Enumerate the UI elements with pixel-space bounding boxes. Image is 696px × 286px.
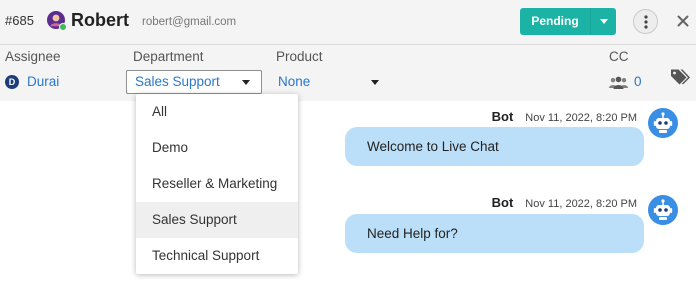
status-button-group: Pending xyxy=(520,8,616,35)
customer-name: Robert xyxy=(71,10,129,30)
tag-icon xyxy=(671,69,690,85)
cc-label: CC xyxy=(609,49,629,64)
more-options-button[interactable] xyxy=(633,9,658,34)
vertical-ellipsis-icon xyxy=(643,14,648,29)
status-dropdown-toggle[interactable] xyxy=(590,8,616,35)
ticket-fields-bar: Assignee Department Product CC D Durai S… xyxy=(0,45,696,101)
caret-down-icon xyxy=(242,80,250,85)
status-pending-button[interactable]: Pending xyxy=(520,8,590,35)
online-status-dot xyxy=(59,23,67,31)
message-bubble: Need Help for? xyxy=(345,214,644,253)
message-sender: Bot xyxy=(491,109,514,124)
robot-avatar-icon xyxy=(648,195,678,225)
message-sender: Bot xyxy=(491,195,514,210)
department-select[interactable]: Sales Support xyxy=(126,70,262,94)
close-icon xyxy=(677,15,689,27)
department-option-technical-support[interactable]: Technical Support xyxy=(136,238,298,274)
assignee-name: Durai xyxy=(27,74,60,89)
product-label: Product xyxy=(276,49,323,64)
department-dropdown-menu: All Demo Reseller & Marketing Sales Supp… xyxy=(136,94,298,274)
department-value: Sales Support xyxy=(135,74,220,89)
message-meta: Bot Nov 11, 2022, 8:20 PM xyxy=(492,109,637,126)
cc-button[interactable]: 0 xyxy=(609,74,642,90)
cc-count: 0 xyxy=(634,74,642,89)
message-bubble: Welcome to Live Chat xyxy=(345,127,644,166)
chat-transcript: Bot Nov 11, 2022, 8:20 PM Welcome to Liv… xyxy=(0,101,696,286)
assignee-avatar: D xyxy=(5,75,19,89)
product-select[interactable]: None xyxy=(276,70,386,94)
message-timestamp: Nov 11, 2022, 8:20 PM xyxy=(525,198,637,210)
customer-email: robert@gmail.com xyxy=(142,16,237,28)
department-option-all[interactable]: All xyxy=(136,94,298,130)
department-option-demo[interactable]: Demo xyxy=(136,130,298,166)
department-label: Department xyxy=(133,49,204,64)
department-option-sales-support[interactable]: Sales Support xyxy=(136,202,298,238)
people-icon xyxy=(609,76,628,89)
assignee-label: Assignee xyxy=(5,49,61,64)
department-option-reseller-marketing[interactable]: Reseller & Marketing xyxy=(136,166,298,202)
robot-avatar-icon xyxy=(648,108,678,138)
caret-down-icon xyxy=(371,80,379,85)
robot-avatar-graphic xyxy=(648,108,678,138)
tags-button[interactable] xyxy=(670,68,690,86)
ticket-header: #685 Robert robert@gmail.com Pending xyxy=(0,0,696,45)
message-timestamp: Nov 11, 2022, 8:20 PM xyxy=(525,112,637,124)
close-button[interactable] xyxy=(677,15,689,27)
ticket-id: #685 xyxy=(5,13,34,28)
robot-avatar-graphic xyxy=(648,195,678,225)
caret-down-icon xyxy=(599,19,608,24)
product-value: None xyxy=(278,74,311,89)
assignee-selector[interactable]: D Durai xyxy=(5,74,59,90)
message-meta: Bot Nov 11, 2022, 8:20 PM xyxy=(492,195,637,212)
